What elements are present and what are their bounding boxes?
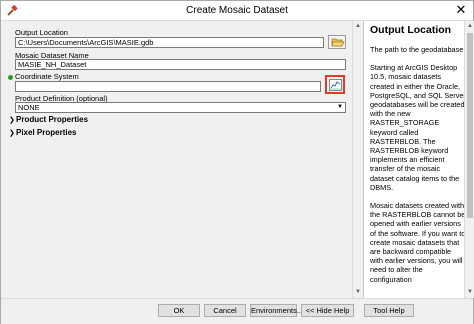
- help-heading: Output Location: [370, 24, 452, 36]
- help-paragraph: The path to the geodatabase.: [370, 45, 466, 54]
- output-location-field[interactable]: C:\Users\Documents\ArcGIS\MASIE.gdb: [15, 37, 324, 48]
- folder-open-icon: [331, 38, 345, 47]
- scroll-thumb[interactable]: [467, 33, 473, 218]
- section-pixel-properties[interactable]: ❯Pixel Properties: [9, 128, 76, 137]
- section-product-properties[interactable]: ❯Product Properties: [9, 115, 88, 124]
- help-body: The path to the geodatabase. Starting at…: [370, 45, 466, 293]
- scroll-up-icon[interactable]: ▲: [354, 22, 362, 30]
- tool-help-button[interactable]: Tool Help: [364, 304, 414, 317]
- create-mosaic-dataset-dialog: Create Mosaic Dataset ✕ Output Location …: [0, 0, 474, 324]
- coordinate-system-browse-button[interactable]: [325, 75, 345, 94]
- title-bar: Create Mosaic Dataset ✕: [1, 1, 473, 21]
- help-panel: Output Location The path to the geodatab…: [363, 21, 466, 298]
- cancel-button[interactable]: Cancel: [204, 304, 246, 317]
- chevron-right-icon: ❯: [9, 130, 15, 137]
- required-dot-icon: [8, 75, 13, 80]
- product-definition-value: NONE: [18, 103, 40, 112]
- chevron-down-icon[interactable]: ▼: [335, 103, 345, 112]
- button-bar: OK Cancel Environments... << Hide Help T…: [1, 298, 473, 324]
- mosaic-dataset-name-field[interactable]: MASIE_NH_Dataset: [15, 59, 346, 70]
- coordinate-system-field[interactable]: [15, 81, 321, 92]
- output-location-label: Output Location: [15, 28, 68, 37]
- section-label: Pixel Properties: [16, 128, 77, 137]
- hide-help-button[interactable]: << Hide Help: [301, 304, 354, 317]
- help-paragraph: Mosaic datasets created with the RASTERB…: [370, 201, 466, 284]
- help-scrollbar[interactable]: ▲ ▼: [464, 21, 474, 298]
- scroll-up-icon[interactable]: ▲: [466, 22, 474, 30]
- environments-button[interactable]: Environments...: [250, 304, 303, 317]
- chevron-right-icon: ❯: [9, 117, 15, 124]
- output-location-browse-button[interactable]: [328, 35, 346, 49]
- section-label: Product Properties: [16, 115, 89, 124]
- scroll-down-icon[interactable]: ▼: [466, 288, 474, 296]
- ok-button[interactable]: OK: [158, 304, 200, 317]
- form-scrollbar[interactable]: ▲ ▼: [352, 21, 362, 298]
- spatial-reference-icon: [329, 79, 342, 91]
- scroll-down-icon[interactable]: ▼: [354, 288, 362, 296]
- help-paragraph: Starting at ArcGIS Desktop 10.5, mosaic …: [370, 63, 466, 192]
- window-title: Create Mosaic Dataset: [186, 5, 288, 16]
- coordinate-system-label: Coordinate System: [15, 72, 79, 81]
- parameter-form: Output Location C:\Users\Documents\ArcGI…: [7, 24, 358, 296]
- close-button[interactable]: ✕: [449, 1, 473, 20]
- product-definition-select[interactable]: NONE ▼: [15, 102, 346, 113]
